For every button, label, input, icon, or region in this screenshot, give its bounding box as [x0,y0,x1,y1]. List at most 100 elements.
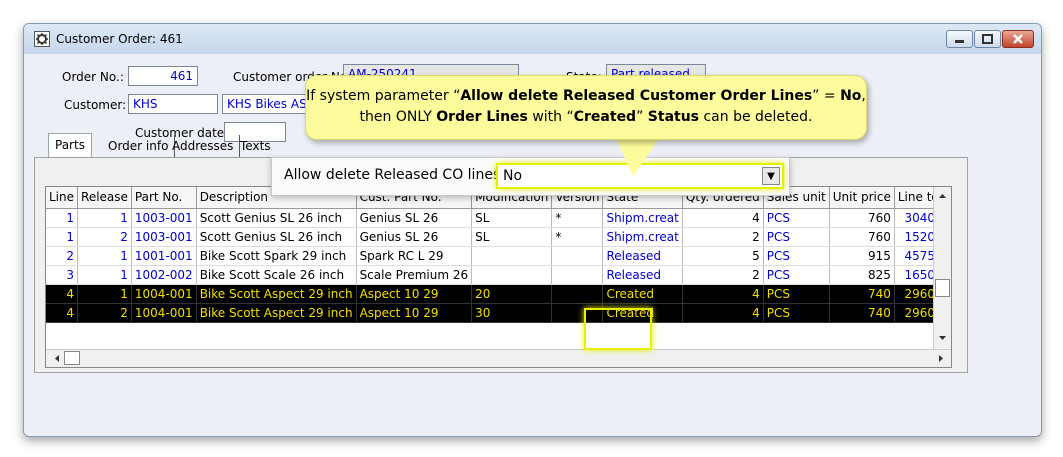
table-cell[interactable] [551,284,604,304]
table-cell[interactable]: 5 [682,246,764,266]
callout-line-2: then ONLY Order Lines with “Created” Sta… [359,109,813,125]
vertical-scroll-thumb[interactable] [935,279,950,297]
table-cell[interactable]: PCS [763,227,830,247]
scroll-right-icon[interactable] [934,350,948,367]
table-row[interactable]: 4 1 1004-001 Bike Scott Aspect 29 inch Aspec… [46,284,951,304]
table-cell[interactable] [471,265,553,285]
table-row[interactable]: 3 1 1002-002 Bike Scott Scale 26 inch Scale … [46,265,951,285]
table-cell[interactable]: 1004-001 [131,303,197,323]
dropdown-arrow-icon[interactable]: ▼ [762,167,780,185]
table-cell[interactable]: 760 [829,208,895,228]
table-cell[interactable] [551,246,604,266]
scroll-up-icon[interactable] [934,189,951,203]
table-cell[interactable]: Aspect 10 29 [356,303,473,323]
scroll-left-icon[interactable] [50,350,64,367]
table-cell[interactable]: Scott Genius SL 26 inch [196,227,357,247]
table-cell[interactable]: * [551,227,604,247]
table-cell[interactable]: Released [602,265,683,285]
table-cell[interactable]: 4 [682,284,764,304]
table-cell[interactable]: 915 [829,246,895,266]
table-cell[interactable]: Shipm.creat [602,208,683,228]
table-cell[interactable]: 1 [77,284,132,304]
horizontal-scroll-thumb[interactable] [64,351,80,365]
table-cell[interactable]: 1 [77,246,132,266]
tab-addresses[interactable]: Addresses [166,135,241,157]
table-cell[interactable]: Genius SL 26 [356,227,473,247]
tab-texts[interactable]: Texts [234,135,277,157]
table-cell[interactable]: 1 [46,208,79,228]
table-cell[interactable]: 1004-001 [131,284,197,304]
table-cell[interactable]: * [551,208,604,228]
table-cell[interactable]: 4 [46,303,79,323]
table-cell[interactable]: 1 [77,265,132,285]
table-cell[interactable]: Created [602,284,683,304]
table-cell[interactable]: 1001-001 [131,246,197,266]
table-cell[interactable]: PCS [763,265,830,285]
table-cell[interactable]: 1 [46,227,79,247]
table-cell[interactable]: Genius SL 26 [356,208,473,228]
callout-text: If system parameter “Allow delete Releas… [306,86,866,128]
table-cell[interactable]: Bike Scott Spark 29 inch [196,246,357,266]
table-cell[interactable]: Aspect 10 29 [356,284,473,304]
table-cell[interactable]: Spark RC L 29 [356,246,473,266]
close-button[interactable] [1002,30,1034,48]
table-cell[interactable]: PCS [763,208,830,228]
tab-order-info[interactable]: Order info [102,135,176,157]
order-lines-grid[interactable]: Line Release Part No. Description Cust. Part… [45,186,952,368]
table-cell[interactable]: SL [471,208,553,228]
table-cell[interactable]: 2 [77,303,132,323]
table-row[interactable]: 4 2 1004-001 Bike Scott Aspect 29 inch Aspec… [46,303,951,323]
column-header[interactable]: Release [77,187,132,209]
window-title: Customer Order: 461 [56,32,183,46]
customer-code-field[interactable]: KHS [128,94,218,114]
table-cell[interactable]: PCS [763,303,830,323]
table-cell[interactable]: 30 [471,303,553,323]
customer-name-field[interactable]: KHS Bikes AS [222,94,307,114]
table-cell[interactable]: Bike Scott Scale 26 inch [196,265,357,285]
table-cell[interactable]: Released [602,246,683,266]
table-cell[interactable]: Bike Scott Aspect 29 inch [196,284,357,304]
table-cell[interactable]: 1 [77,208,132,228]
table-cell[interactable]: SL [471,227,553,247]
table-cell[interactable]: 2 [682,265,764,285]
column-header[interactable]: Unit price [829,187,895,209]
table-cell[interactable]: PCS [763,284,830,304]
table-cell[interactable]: 1003-001 [131,227,197,247]
minimize-button[interactable] [946,30,973,48]
table-cell[interactable]: Scale Premium 26 [356,265,473,285]
callout-tail [615,136,661,176]
tab-parts[interactable]: Parts [48,133,92,157]
table-row[interactable]: 1 2 1003-001 Scott Genius SL 26 inch Genius … [46,227,951,247]
vertical-scrollbar[interactable] [933,187,951,349]
table-cell[interactable]: 4 [46,284,79,304]
table-cell[interactable]: 825 [829,265,895,285]
table-cell[interactable]: 20 [471,284,553,304]
table-cell[interactable]: Bike Scott Aspect 29 inch [196,303,357,323]
column-header[interactable]: Line [46,187,79,209]
scroll-down-icon[interactable] [934,331,951,345]
table-row[interactable]: 2 1 1001-001 Bike Scott Spark 29 inch Spark … [46,246,951,266]
table-cell[interactable]: Scott Genius SL 26 inch [196,208,357,228]
table-cell[interactable] [471,246,553,266]
table-cell[interactable]: 3 [46,265,79,285]
table-cell[interactable]: Shipm.creat [602,227,683,247]
table-cell[interactable]: 2 [682,227,764,247]
horizontal-scrollbar[interactable] [46,349,951,367]
table-row[interactable]: 1 1 1003-001 Scott Genius SL 26 inch Genius … [46,208,951,228]
table-cell[interactable]: 740 [829,303,895,323]
table-cell[interactable]: PCS [763,246,830,266]
maximize-button[interactable] [974,30,1001,48]
table-cell[interactable]: 4 [682,208,764,228]
column-header[interactable]: Part No. [131,187,197,209]
table-cell[interactable]: 2 [77,227,132,247]
table-cell[interactable]: 4 [682,303,764,323]
table-cell[interactable] [551,265,604,285]
table-cell[interactable]: 760 [829,227,895,247]
title-bar[interactable]: Customer Order: 461 [24,24,1041,54]
table-cell[interactable]: 2 [46,246,79,266]
order-no-field[interactable]: 461 [128,66,198,86]
table-cell[interactable]: 1002-002 [131,265,197,285]
table-cell[interactable]: 1003-001 [131,208,197,228]
created-status-highlight [584,308,652,350]
table-cell[interactable]: 740 [829,284,895,304]
